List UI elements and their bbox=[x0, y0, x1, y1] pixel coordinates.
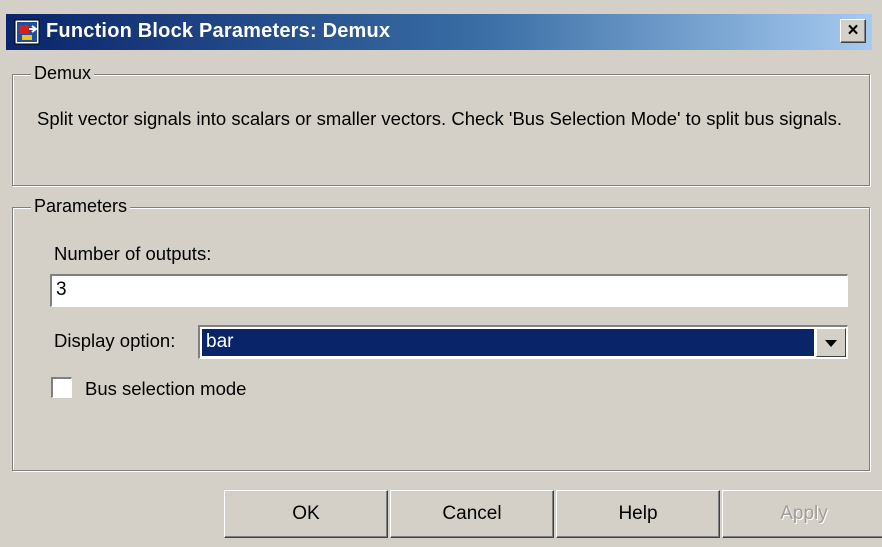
parameters-legend: Parameters bbox=[31, 196, 131, 217]
display-option-label: Display option: bbox=[54, 330, 176, 351]
display-option-value: bar bbox=[201, 328, 815, 357]
apply-button[interactable]: Apply bbox=[722, 490, 882, 538]
close-button[interactable]: × bbox=[840, 19, 866, 43]
demux-legend: Demux bbox=[31, 63, 95, 84]
help-button[interactable]: Help bbox=[556, 490, 720, 538]
cancel-button[interactable]: Cancel bbox=[390, 490, 554, 538]
simulink-block-icon bbox=[14, 19, 40, 45]
dialog-window: Function Block Parameters: Demux × Demux… bbox=[0, 0, 882, 547]
display-option-select[interactable]: bar bbox=[198, 325, 848, 359]
bus-selection-label[interactable]: Bus selection mode bbox=[85, 378, 246, 400]
block-description: Split vector signals into scalars or sma… bbox=[37, 108, 842, 129]
bus-selection-checkbox[interactable] bbox=[51, 377, 72, 398]
close-icon: × bbox=[847, 20, 859, 41]
number-of-outputs-input[interactable]: 3 bbox=[50, 274, 848, 307]
number-of-outputs-label: Number of outputs: bbox=[54, 243, 212, 264]
chevron-down-icon[interactable] bbox=[816, 328, 846, 357]
ok-button[interactable]: OK bbox=[224, 490, 388, 538]
window-title: Function Block Parameters: Demux bbox=[46, 20, 391, 42]
title-bar[interactable]: Function Block Parameters: Demux × bbox=[6, 14, 872, 50]
